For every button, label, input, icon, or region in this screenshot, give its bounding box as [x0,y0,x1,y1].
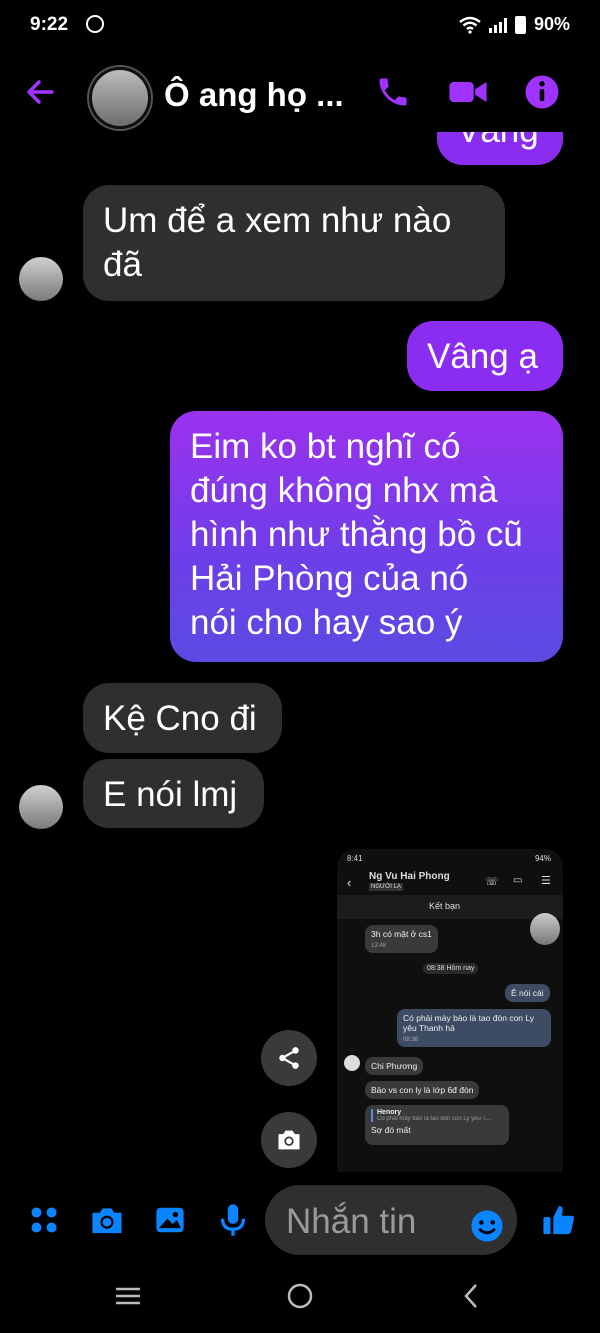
shot-message: Ê nói cái [505,984,550,1002]
grid-dots-icon [31,1207,57,1233]
shot-message: Chi Phương [365,1057,424,1075]
share-button[interactable] [261,1030,317,1086]
shot-battery: 94% [534,854,551,863]
shot-message: 3h có mặt ở cs1 13:48 [365,925,438,953]
microphone-icon [220,1204,246,1236]
thumbs-up-icon [543,1205,575,1235]
menu-lines-icon [116,1287,140,1305]
system-back-button[interactable] [457,1281,487,1316]
shot-time: 8:41 [347,854,363,863]
shot-back-icon: ‹ [347,875,352,890]
message-text-line: đã [103,245,142,284]
shot-add-friend: Kết bạn [429,901,461,911]
shot-phone-icon: ☏ [485,876,499,888]
messenger-notification-icon [86,15,104,33]
message-text: Vâng ạ [427,337,538,376]
battery-level: 90% [533,14,570,34]
message-text-line: đúng không nhx mà [190,471,498,510]
message-text-line: Hải Phòng của nó [190,559,469,598]
message-text-line: nói cho hay sao ý [190,603,463,642]
more-actions-button[interactable] [24,1200,64,1240]
camera-capture-button[interactable] [261,1112,317,1168]
battery-icon [514,15,526,34]
emoji-button[interactable] [467,1206,507,1246]
camera-icon [92,1208,122,1234]
shot-date-separator: 08:38 Hôm nay [423,963,479,974]
home-button[interactable] [285,1281,315,1316]
shared-image[interactable]: 8:41 94% ‹ Ng Vu Hai Phong NGƯỜI LẠ ☏ ▭ … [337,849,563,1172]
back-arrow-icon [27,80,54,104]
message-bubble-incoming[interactable]: Kệ Cno đi [83,683,282,753]
shot-add-friend-bar: Kết bạn [337,895,563,919]
gallery-button[interactable] [150,1200,190,1240]
signal-icon [488,17,507,33]
wifi-icon [459,16,481,34]
message-bubble-outgoing[interactable]: Eim ko bt nghĩ có đúng không nhx mà hình… [170,411,563,662]
camera-button[interactable] [87,1200,127,1240]
conversation-title[interactable]: Ô ang họ ... [164,76,344,114]
like-button[interactable] [539,1200,579,1240]
shot-avatar [530,913,560,945]
shot-menu-icon: ☰ [541,875,551,887]
shot-video-icon: ▭ [513,875,523,886]
info-icon [525,75,559,109]
message-input-placeholder: Nhắn tin [286,1202,417,1241]
message-bubble-outgoing[interactable]: Vâng ạ [407,321,563,391]
message-text: Vâng [457,132,539,150]
back-button[interactable] [22,74,62,114]
message-text-line: hình như thằng bồ cũ [190,515,523,554]
shot-contact-name: Ng Vu Hai Phong [369,871,450,882]
message-text: Kệ Cno đi [103,699,257,738]
video-call-button[interactable] [448,74,488,114]
home-circle-icon [287,1283,313,1309]
status-right: 90% [459,14,570,35]
chevron-left-icon [464,1284,477,1308]
info-button[interactable] [524,74,564,114]
sender-avatar[interactable] [19,257,63,301]
contact-avatar[interactable] [89,67,151,129]
camera-icon [278,1130,300,1150]
call-button[interactable] [375,74,415,114]
message-text-line: Um để a xem như nào [103,201,452,240]
share-icon [279,1047,299,1069]
video-camera-icon [449,82,487,102]
sender-avatar[interactable] [19,785,63,829]
shot-message: Bảo vs con ly là lớp 6đ đòn [365,1081,480,1099]
message-bubble-incoming[interactable]: E nói lmj [83,759,264,828]
partial-message-clip: Vâng [0,132,600,182]
shot-sender-avatar [344,1055,360,1071]
shot-message: Có phải mày bảo là tao đòn con Ly yêu Tha… [397,1009,551,1047]
recent-apps-button[interactable] [113,1281,143,1316]
message-bubble-outgoing[interactable]: Vâng [437,132,563,165]
message-text-line: Eim ko bt nghĩ có [190,427,461,466]
phone-icon [379,78,407,106]
message-text: E nói lmj [103,775,238,814]
image-icon [156,1207,184,1233]
smiley-icon [471,1210,503,1242]
shot-reply-message: Henory Có phải mày bảo là tao đòn con Ly… [365,1105,509,1145]
message-bubble-incoming[interactable]: Um để a xem như nào đã [83,185,505,301]
status-time: 9:22 [30,14,69,35]
shot-contact-badge: NGƯỜI LẠ [369,883,403,891]
voice-record-button[interactable] [213,1200,253,1240]
